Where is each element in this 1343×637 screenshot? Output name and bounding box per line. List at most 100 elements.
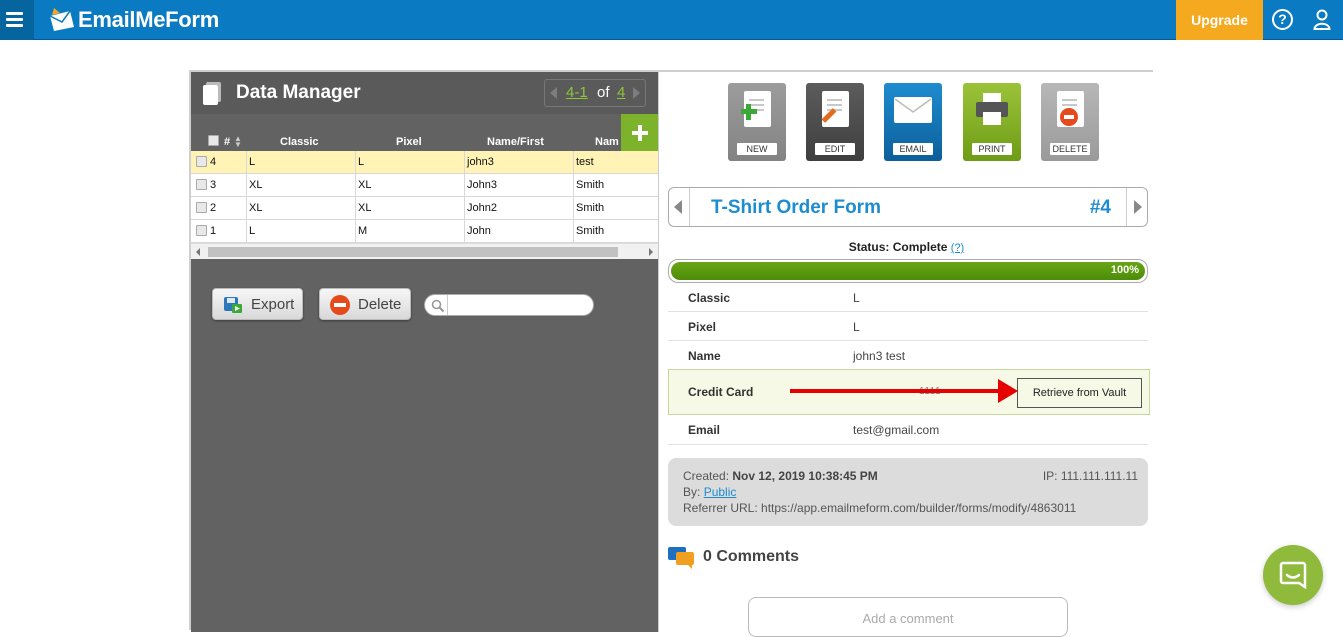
delete-tool-label: DELETE bbox=[1050, 143, 1090, 155]
chat-icon bbox=[1279, 561, 1307, 589]
cell-last-name: Smith bbox=[573, 197, 658, 220]
entry-number: #4 bbox=[1089, 197, 1111, 218]
top-bar: EmailMeForm Upgrade ? bbox=[0, 0, 1343, 40]
annotation-arrow-line bbox=[790, 389, 1000, 393]
cell-classic: XL bbox=[246, 174, 355, 197]
email-entry-button[interactable]: EMAIL bbox=[884, 83, 942, 161]
field-row-credit-card: Credit Card 1111 Retrieve from Vault bbox=[668, 369, 1150, 415]
field-row-name: Name john3 test bbox=[668, 341, 1148, 370]
field-row-classic: Classic L bbox=[668, 283, 1148, 312]
row-checkbox[interactable] bbox=[196, 202, 207, 213]
prev-page-icon[interactable] bbox=[550, 87, 557, 99]
cell-first-name: john3 bbox=[464, 151, 573, 174]
scroll-right-icon[interactable] bbox=[649, 248, 653, 256]
print-entry-button[interactable]: PRINT bbox=[963, 83, 1021, 161]
data-manager-header: Data Manager 4-1 of 4 bbox=[191, 72, 658, 114]
table-row[interactable]: 3 XL XL John3 Smith bbox=[191, 174, 658, 197]
ip-address: IP: 111.111.111.11 bbox=[1042, 469, 1138, 483]
chat-widget-button[interactable] bbox=[1263, 545, 1323, 605]
row-checkbox[interactable] bbox=[196, 225, 207, 236]
field-row-pixel: Pixel L bbox=[668, 312, 1148, 341]
field-value: L bbox=[853, 320, 860, 334]
retrieve-from-vault-button[interactable]: Retrieve from Vault bbox=[1017, 378, 1142, 408]
search-input[interactable] bbox=[424, 294, 594, 316]
new-entry-button[interactable]: NEW bbox=[728, 83, 786, 161]
status-help-link[interactable]: (?) bbox=[951, 242, 964, 254]
row-checkbox[interactable] bbox=[196, 179, 207, 190]
row-checkbox[interactable] bbox=[196, 156, 207, 167]
logo-envelope-icon bbox=[48, 8, 76, 32]
column-header-name-first[interactable]: Name/First bbox=[487, 136, 544, 148]
table-row[interactable]: 4 L L john3 test bbox=[191, 151, 658, 174]
column-header-number[interactable]: # bbox=[224, 136, 230, 148]
cell-classic: L bbox=[246, 220, 355, 243]
cell-first-name: John bbox=[464, 220, 573, 243]
comments-icon bbox=[668, 547, 694, 569]
table-row[interactable]: 1 L M John Smith bbox=[191, 220, 658, 243]
delete-circle-icon bbox=[330, 295, 350, 315]
page-title: Data Manager bbox=[236, 82, 361, 103]
cell-classic: XL bbox=[246, 197, 355, 220]
cell-number: 1 bbox=[210, 225, 217, 237]
help-icon[interactable]: ? bbox=[1272, 9, 1293, 30]
printer-icon bbox=[974, 91, 1010, 127]
add-column-button[interactable] bbox=[621, 114, 658, 153]
column-header-name-last[interactable]: Nam bbox=[595, 136, 619, 148]
grid-header: # ▲ ▼ Classic Pixel Name/First Nam bbox=[191, 114, 658, 151]
select-all-checkbox[interactable] bbox=[208, 135, 219, 146]
edit-document-icon bbox=[821, 91, 849, 127]
field-label: Pixel bbox=[688, 320, 717, 334]
field-value: john3 test bbox=[853, 349, 906, 363]
progress-text: 100% bbox=[1110, 264, 1139, 276]
cell-classic: L bbox=[246, 151, 355, 174]
pager-total[interactable]: 4 bbox=[617, 84, 625, 101]
annotation-arrow-icon bbox=[998, 379, 1018, 403]
search-icon bbox=[431, 299, 445, 313]
field-value: test@gmail.com bbox=[853, 423, 940, 437]
logo[interactable]: EmailMeForm bbox=[48, 4, 219, 36]
cell-number: 4 bbox=[210, 156, 217, 168]
export-button[interactable]: Export bbox=[212, 288, 303, 320]
upgrade-button[interactable]: Upgrade bbox=[1176, 0, 1263, 40]
scroll-left-icon[interactable] bbox=[196, 248, 200, 256]
form-title: T-Shirt Order Form bbox=[711, 197, 881, 218]
logo-text: EmailMeForm bbox=[78, 7, 219, 32]
table-row[interactable]: 2 XL XL John2 Smith bbox=[191, 197, 658, 220]
next-page-icon[interactable] bbox=[633, 87, 640, 99]
entry-detail-panel: NEW EDIT EMAIL PRINT DELETE T-Shirt Orde… bbox=[658, 72, 1154, 637]
pager-current[interactable]: 4-1 bbox=[566, 84, 588, 101]
cell-pixel: XL bbox=[355, 174, 464, 197]
edit-entry-button[interactable]: EDIT bbox=[806, 83, 864, 161]
created-label: Created: bbox=[683, 469, 730, 483]
field-label: Name bbox=[688, 349, 721, 363]
column-header-pixel[interactable]: Pixel bbox=[396, 136, 422, 148]
cell-first-name: John2 bbox=[464, 197, 573, 220]
created-value: Nov 12, 2019 10:38:45 PM bbox=[732, 469, 878, 483]
cell-pixel: M bbox=[355, 220, 464, 243]
delete-entries-button[interactable]: Delete bbox=[319, 288, 411, 320]
entries-table: 4 L L john3 test 3 XL XL John3 Smith 2 X… bbox=[191, 151, 658, 243]
completion-progress-bar: 100% bbox=[668, 259, 1148, 283]
column-header-classic[interactable]: Classic bbox=[280, 136, 319, 148]
scrollbar-thumb[interactable] bbox=[208, 247, 618, 257]
field-label: Classic bbox=[688, 291, 731, 305]
field-value: L bbox=[853, 291, 860, 305]
main-frame: Data Manager 4-1 of 4 # ▲ ▼ Classic Pixel… bbox=[189, 70, 1154, 637]
by-link[interactable]: Public bbox=[704, 485, 737, 499]
cell-first-name: John3 bbox=[464, 174, 573, 197]
user-icon[interactable] bbox=[1313, 9, 1331, 31]
prev-entry-icon[interactable] bbox=[674, 200, 682, 214]
progress-fill: 100% bbox=[671, 262, 1145, 280]
delete-entry-button[interactable]: DELETE bbox=[1041, 83, 1099, 161]
add-comment-input[interactable]: Add a comment bbox=[748, 597, 1068, 637]
menu-icon[interactable] bbox=[0, 0, 34, 40]
horizontal-scrollbar[interactable] bbox=[191, 243, 658, 259]
cell-number: 3 bbox=[210, 179, 217, 191]
next-entry-icon[interactable] bbox=[1134, 200, 1142, 214]
sort-icon[interactable]: ▲ ▼ bbox=[234, 135, 242, 149]
cell-last-name: Smith bbox=[573, 174, 658, 197]
entry-metadata: Created: Nov 12, 2019 10:38:45 PM IP: 11… bbox=[668, 458, 1148, 526]
by-label: By: bbox=[683, 485, 701, 499]
status-line: Status: Complete (?) bbox=[659, 240, 1154, 254]
envelope-icon bbox=[894, 97, 932, 123]
